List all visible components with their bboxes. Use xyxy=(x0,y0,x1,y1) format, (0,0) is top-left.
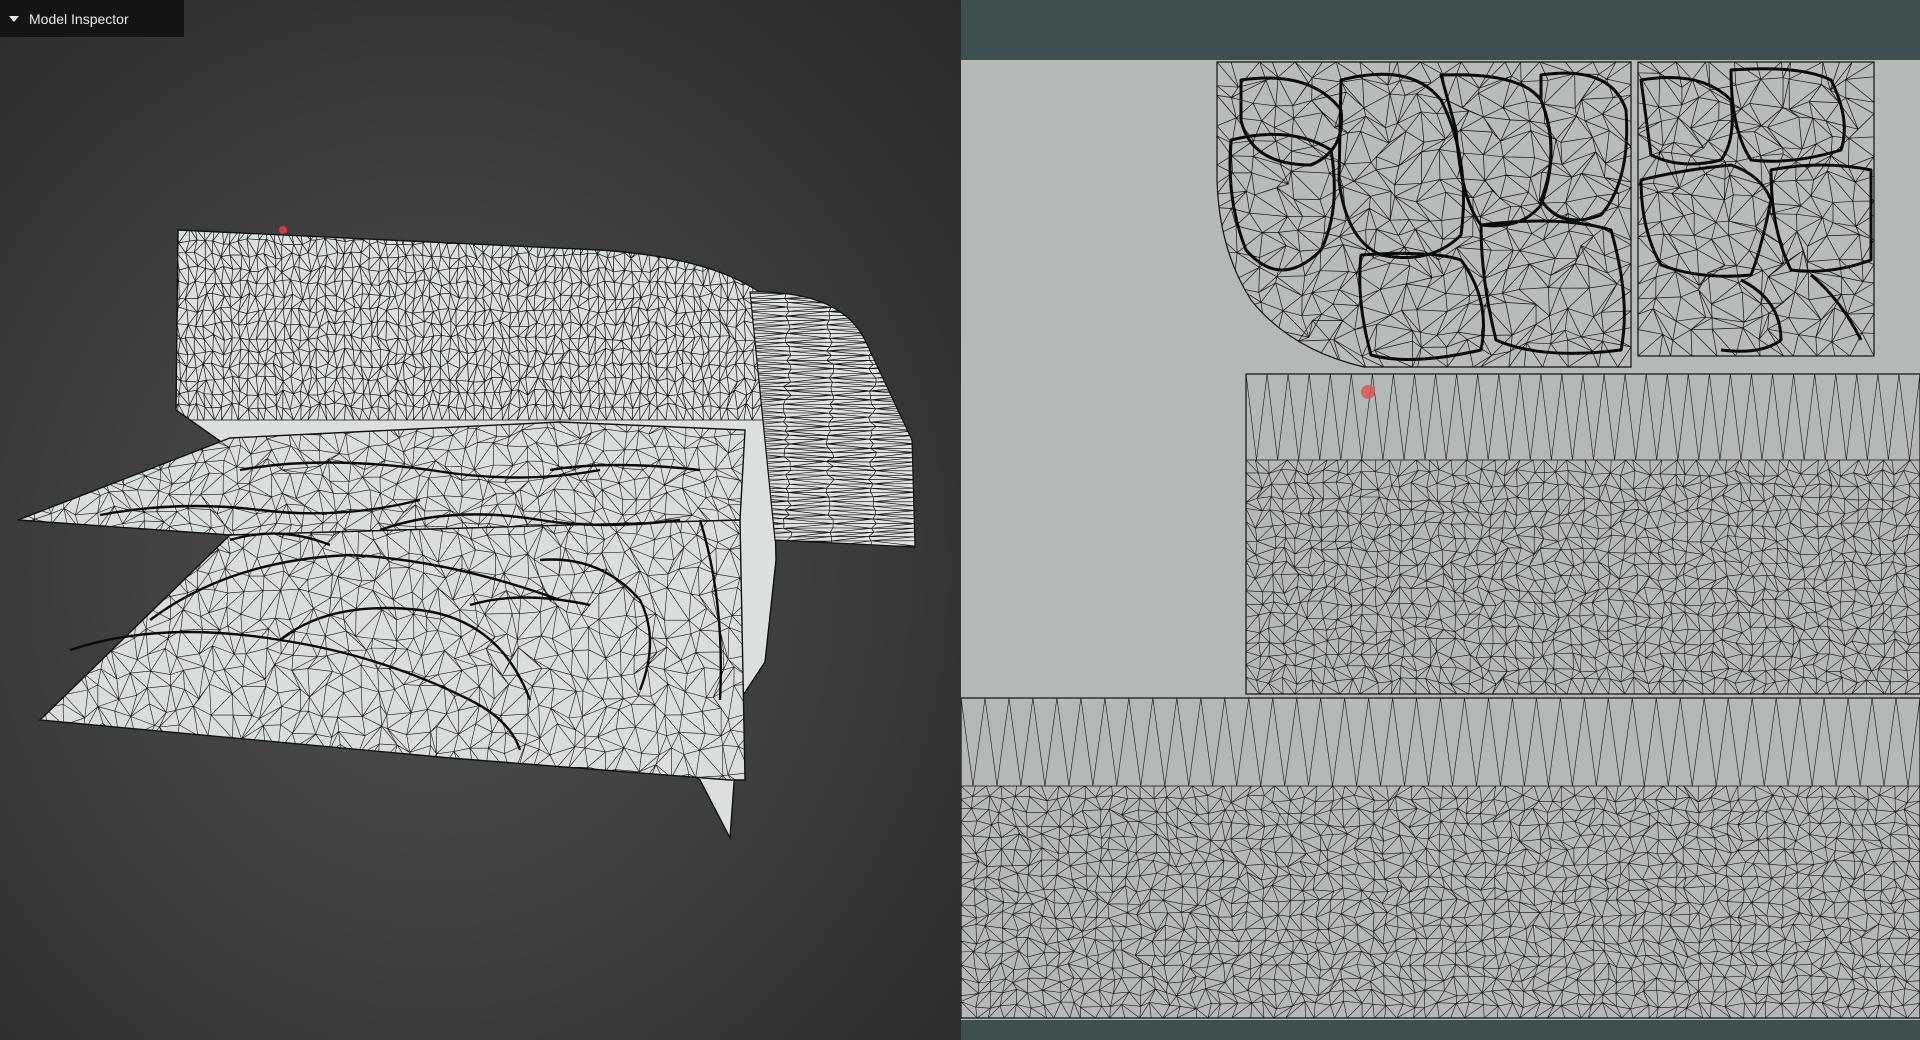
uv-cursor-marker xyxy=(1361,385,1375,399)
3d-viewport[interactable] xyxy=(0,0,961,1040)
vertex-marker xyxy=(279,226,287,234)
panel-title: Model Inspector xyxy=(29,10,129,27)
uv-island-long-strip xyxy=(961,697,1920,1019)
uv-wireframe xyxy=(961,60,1920,1020)
uv-editor-panel[interactable] xyxy=(961,0,1920,1040)
model-inspector-tab[interactable]: Model Inspector xyxy=(0,0,184,37)
mesh-wireframe xyxy=(17,226,916,841)
caret-down-icon[interactable] xyxy=(9,15,19,22)
